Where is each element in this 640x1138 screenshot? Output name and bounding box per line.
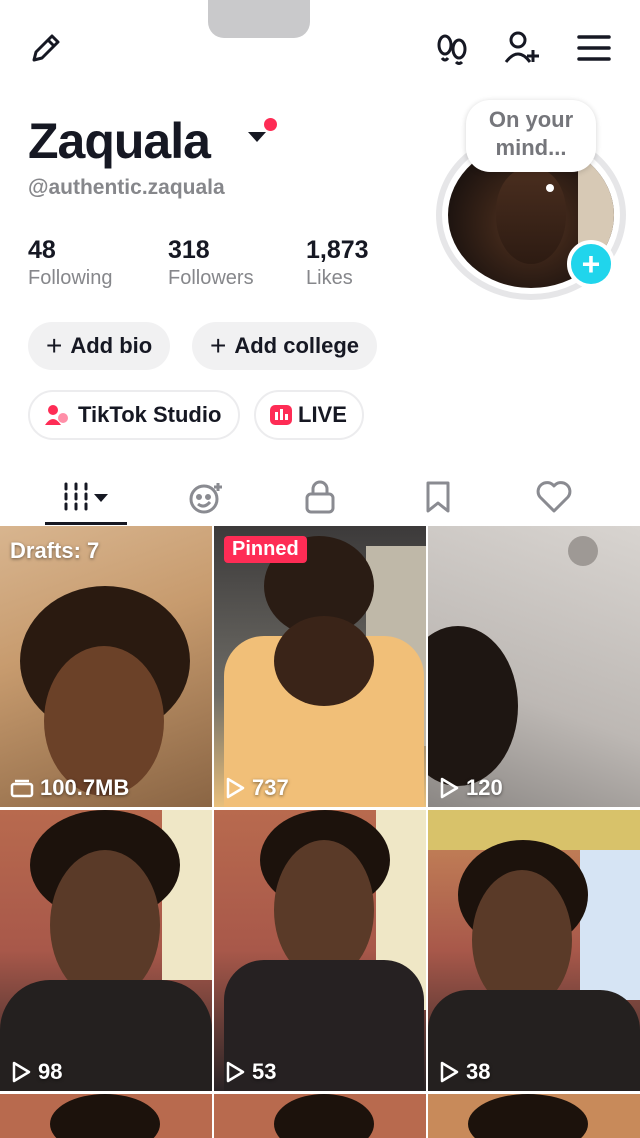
stat-followers[interactable]: 318 Followers bbox=[168, 236, 254, 290]
add-college-label: Add college bbox=[234, 333, 360, 358]
live-label: LIVE bbox=[298, 402, 347, 427]
play-icon bbox=[226, 777, 245, 799]
video-meta: 53 bbox=[224, 1059, 276, 1085]
video-thumbnail[interactable]: 120 bbox=[428, 526, 640, 807]
video-meta: 38 bbox=[438, 1059, 490, 1085]
add-college-button[interactable]: + Add college bbox=[192, 322, 378, 370]
plus-icon: + bbox=[46, 330, 63, 361]
plus-icon: + bbox=[210, 330, 227, 361]
live-icon bbox=[270, 405, 292, 425]
view-count: 38 bbox=[466, 1059, 491, 1084]
video-thumbnail-pinned[interactable]: Pinned 737 bbox=[214, 526, 426, 807]
tab-saved[interactable] bbox=[408, 470, 468, 524]
stat-likes[interactable]: 1,873 Likes bbox=[306, 236, 369, 290]
profile-username: Zaquala bbox=[28, 113, 211, 169]
footprints-icon[interactable] bbox=[432, 28, 472, 68]
heart-icon bbox=[536, 481, 572, 513]
edit-handle bbox=[208, 0, 310, 38]
play-icon bbox=[440, 1061, 459, 1083]
tab-videos[interactable] bbox=[50, 470, 122, 524]
edit-pencil-icon[interactable] bbox=[26, 28, 66, 68]
notification-dot bbox=[264, 118, 277, 131]
stat-following-label: Following bbox=[28, 267, 113, 289]
video-meta: 737 bbox=[224, 775, 289, 801]
video-thumbnail[interactable]: 53 bbox=[214, 810, 426, 1091]
stat-followers-value: 318 bbox=[168, 236, 210, 264]
stat-likes-label: Likes bbox=[306, 267, 353, 289]
studio-label: TikTok Studio bbox=[78, 402, 222, 427]
video-thumbnail[interactable] bbox=[0, 1094, 212, 1138]
video-thumbnail[interactable] bbox=[428, 1094, 640, 1138]
repost-face-icon bbox=[189, 483, 222, 514]
drafts-icon bbox=[10, 779, 34, 798]
view-count: 120 bbox=[466, 775, 503, 800]
add-bio-label: Add bio bbox=[70, 333, 153, 358]
stat-likes-value: 1,873 bbox=[306, 236, 369, 264]
video-thumbnail-drafts[interactable]: Drafts: 7 100.7MB bbox=[0, 526, 212, 807]
stat-followers-label: Followers bbox=[168, 267, 254, 289]
play-icon bbox=[440, 777, 459, 799]
pinned-badge: Pinned bbox=[224, 536, 307, 563]
lock-icon bbox=[305, 480, 335, 514]
studio-icon bbox=[44, 403, 70, 427]
tab-liked[interactable] bbox=[524, 470, 584, 524]
grid-icon bbox=[64, 482, 108, 512]
video-thumbnail[interactable]: 98 bbox=[0, 810, 212, 1091]
tiktok-studio-button[interactable]: TikTok Studio bbox=[28, 390, 240, 440]
video-meta: 98 bbox=[10, 1059, 62, 1085]
account-switch-caret-icon[interactable] bbox=[248, 132, 266, 142]
live-button[interactable]: LIVE bbox=[254, 390, 364, 440]
tab-reposts[interactable] bbox=[176, 470, 236, 524]
view-count: 53 bbox=[252, 1059, 277, 1084]
play-icon bbox=[226, 1061, 245, 1083]
tab-private[interactable] bbox=[290, 470, 350, 524]
view-count: 98 bbox=[38, 1059, 63, 1084]
play-icon bbox=[12, 1061, 31, 1083]
add-friend-icon[interactable] bbox=[502, 28, 542, 68]
profile-handle: @authentic.zaquala bbox=[28, 176, 225, 199]
stat-following[interactable]: 48 Following bbox=[28, 236, 112, 290]
add-story-plus-icon[interactable]: + bbox=[567, 240, 615, 288]
thought-bubble-tail bbox=[546, 184, 554, 192]
drafts-size: 100.7MB bbox=[40, 775, 130, 800]
menu-icon[interactable] bbox=[574, 28, 614, 68]
video-thumbnail[interactable]: 38 bbox=[428, 810, 640, 1091]
thought-bubble[interactable]: On your mind... bbox=[466, 100, 596, 172]
video-meta: 120 bbox=[438, 775, 503, 801]
view-count: 737 bbox=[252, 775, 289, 800]
add-bio-button[interactable]: + Add bio bbox=[28, 322, 171, 370]
bookmark-icon bbox=[426, 481, 450, 513]
video-meta: 100.7MB bbox=[10, 775, 129, 801]
drafts-count: Drafts: 7 bbox=[10, 538, 100, 563]
active-tab-indicator bbox=[45, 522, 127, 525]
stat-following-value: 48 bbox=[28, 236, 56, 264]
video-thumbnail[interactable] bbox=[214, 1094, 426, 1138]
